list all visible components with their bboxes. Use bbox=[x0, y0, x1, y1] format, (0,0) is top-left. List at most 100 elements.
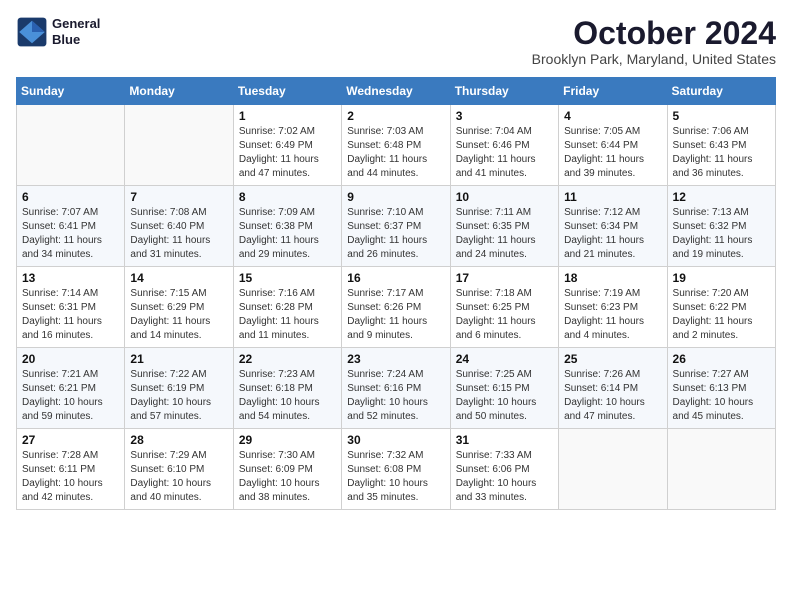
day-detail: Sunrise: 7:25 AM Sunset: 6:15 PM Dayligh… bbox=[456, 368, 553, 424]
day-number: 18 bbox=[564, 271, 661, 285]
day-detail: Sunrise: 7:17 AM Sunset: 6:26 PM Dayligh… bbox=[347, 287, 444, 343]
day-number: 17 bbox=[456, 271, 553, 285]
day-detail: Sunrise: 7:21 AM Sunset: 6:21 PM Dayligh… bbox=[22, 368, 119, 424]
day-number: 27 bbox=[22, 433, 119, 447]
calendar-week-row: 13 Sunrise: 7:14 AM Sunset: 6:31 PM Dayli… bbox=[17, 267, 776, 348]
weekday-header: Thursday bbox=[450, 78, 558, 105]
day-number: 24 bbox=[456, 352, 553, 366]
calendar-cell: 14 Sunrise: 7:15 AM Sunset: 6:29 PM Dayli… bbox=[125, 267, 233, 348]
weekday-header: Monday bbox=[125, 78, 233, 105]
day-detail: Sunrise: 7:23 AM Sunset: 6:18 PM Dayligh… bbox=[239, 368, 336, 424]
day-detail: Sunrise: 7:06 AM Sunset: 6:43 PM Dayligh… bbox=[673, 125, 770, 181]
calendar-cell: 15Sunrise: 7:16 AM Sunset: 6:28 PM Dayli… bbox=[233, 267, 341, 348]
calendar-cell: 25 Sunrise: 7:26 AM Sunset: 6:14 PM Dayli… bbox=[559, 348, 667, 429]
day-number: 6 bbox=[22, 190, 119, 204]
logo: General Blue bbox=[16, 16, 100, 48]
day-detail: Sunrise: 7:19 AM Sunset: 6:23 PM Dayligh… bbox=[564, 287, 661, 343]
day-number: 25 bbox=[564, 352, 661, 366]
calendar-cell: 12Sunrise: 7:13 AM Sunset: 6:32 PM Dayli… bbox=[667, 186, 775, 267]
day-detail: Sunrise: 7:09 AM Sunset: 6:38 PM Dayligh… bbox=[239, 206, 336, 262]
calendar-cell: 13 Sunrise: 7:14 AM Sunset: 6:31 PM Dayli… bbox=[17, 267, 125, 348]
day-number: 22 bbox=[239, 352, 336, 366]
weekday-header: Friday bbox=[559, 78, 667, 105]
calendar-cell: 3 Sunrise: 7:04 AM Sunset: 6:46 PM Daylig… bbox=[450, 105, 558, 186]
day-number: 16 bbox=[347, 271, 444, 285]
day-detail: Sunrise: 7:04 AM Sunset: 6:46 PM Dayligh… bbox=[456, 125, 553, 181]
day-number: 8 bbox=[239, 190, 336, 204]
day-detail: Sunrise: 7:16 AM Sunset: 6:28 PM Dayligh… bbox=[239, 287, 336, 343]
calendar-cell: 9 Sunrise: 7:10 AM Sunset: 6:37 PM Daylig… bbox=[342, 186, 450, 267]
day-detail: Sunrise: 7:30 AM Sunset: 6:09 PM Dayligh… bbox=[239, 449, 336, 505]
day-detail: Sunrise: 7:26 AM Sunset: 6:14 PM Dayligh… bbox=[564, 368, 661, 424]
day-number: 13 bbox=[22, 271, 119, 285]
day-detail: Sunrise: 7:29 AM Sunset: 6:10 PM Dayligh… bbox=[130, 449, 227, 505]
day-number: 5 bbox=[673, 109, 770, 123]
title-block: October 2024 Brooklyn Park, Maryland, Un… bbox=[532, 16, 776, 67]
logo-line2: Blue bbox=[52, 32, 100, 48]
day-detail: Sunrise: 7:14 AM Sunset: 6:31 PM Dayligh… bbox=[22, 287, 119, 343]
day-number: 1 bbox=[239, 109, 336, 123]
calendar-cell: 30 Sunrise: 7:32 AM Sunset: 6:08 PM Dayli… bbox=[342, 429, 450, 510]
calendar-cell: 20 Sunrise: 7:21 AM Sunset: 6:21 PM Dayli… bbox=[17, 348, 125, 429]
calendar-cell: 28 Sunrise: 7:29 AM Sunset: 6:10 PM Dayli… bbox=[125, 429, 233, 510]
day-number: 14 bbox=[130, 271, 227, 285]
page-header: General Blue October 2024 Brooklyn Park,… bbox=[16, 16, 776, 67]
day-number: 11 bbox=[564, 190, 661, 204]
calendar-cell: 27 Sunrise: 7:28 AM Sunset: 6:11 PM Dayli… bbox=[17, 429, 125, 510]
day-number: 12 bbox=[673, 190, 770, 204]
day-detail: Sunrise: 7:02 AM Sunset: 6:49 PM Dayligh… bbox=[239, 125, 336, 181]
day-detail: Sunrise: 7:24 AM Sunset: 6:16 PM Dayligh… bbox=[347, 368, 444, 424]
calendar-cell bbox=[559, 429, 667, 510]
calendar-cell: 24 Sunrise: 7:25 AM Sunset: 6:15 PM Dayli… bbox=[450, 348, 558, 429]
calendar-cell: 2Sunrise: 7:03 AM Sunset: 6:48 PM Daylig… bbox=[342, 105, 450, 186]
day-detail: Sunrise: 7:12 AM Sunset: 6:34 PM Dayligh… bbox=[564, 206, 661, 262]
calendar-table: SundayMondayTuesdayWednesdayThursdayFrid… bbox=[16, 77, 776, 510]
calendar-cell bbox=[125, 105, 233, 186]
day-detail: Sunrise: 7:07 AM Sunset: 6:41 PM Dayligh… bbox=[22, 206, 119, 262]
day-detail: Sunrise: 7:03 AM Sunset: 6:48 PM Dayligh… bbox=[347, 125, 444, 181]
day-number: 20 bbox=[22, 352, 119, 366]
calendar-cell: 21Sunrise: 7:22 AM Sunset: 6:19 PM Dayli… bbox=[125, 348, 233, 429]
calendar-cell: 22 Sunrise: 7:23 AM Sunset: 6:18 PM Dayli… bbox=[233, 348, 341, 429]
day-detail: Sunrise: 7:10 AM Sunset: 6:37 PM Dayligh… bbox=[347, 206, 444, 262]
calendar-cell: 6 Sunrise: 7:07 AM Sunset: 6:41 PM Daylig… bbox=[17, 186, 125, 267]
calendar-cell: 19 Sunrise: 7:20 AM Sunset: 6:22 PM Dayli… bbox=[667, 267, 775, 348]
calendar-week-row: 20 Sunrise: 7:21 AM Sunset: 6:21 PM Dayli… bbox=[17, 348, 776, 429]
day-detail: Sunrise: 7:28 AM Sunset: 6:11 PM Dayligh… bbox=[22, 449, 119, 505]
day-number: 29 bbox=[239, 433, 336, 447]
day-detail: Sunrise: 7:20 AM Sunset: 6:22 PM Dayligh… bbox=[673, 287, 770, 343]
day-number: 28 bbox=[130, 433, 227, 447]
day-number: 23 bbox=[347, 352, 444, 366]
day-detail: Sunrise: 7:18 AM Sunset: 6:25 PM Dayligh… bbox=[456, 287, 553, 343]
day-number: 10 bbox=[456, 190, 553, 204]
calendar-cell: 23 Sunrise: 7:24 AM Sunset: 6:16 PM Dayli… bbox=[342, 348, 450, 429]
day-detail: Sunrise: 7:33 AM Sunset: 6:06 PM Dayligh… bbox=[456, 449, 553, 505]
day-number: 30 bbox=[347, 433, 444, 447]
day-detail: Sunrise: 7:32 AM Sunset: 6:08 PM Dayligh… bbox=[347, 449, 444, 505]
day-number: 3 bbox=[456, 109, 553, 123]
calendar-cell bbox=[17, 105, 125, 186]
calendar-cell: 10 Sunrise: 7:11 AM Sunset: 6:35 PM Dayli… bbox=[450, 186, 558, 267]
day-number: 31 bbox=[456, 433, 553, 447]
calendar-cell: 18 Sunrise: 7:19 AM Sunset: 6:23 PM Dayli… bbox=[559, 267, 667, 348]
calendar-week-row: 27 Sunrise: 7:28 AM Sunset: 6:11 PM Dayli… bbox=[17, 429, 776, 510]
calendar-cell: 8 Sunrise: 7:09 AM Sunset: 6:38 PM Daylig… bbox=[233, 186, 341, 267]
calendar-cell: 7Sunrise: 7:08 AM Sunset: 6:40 PM Daylig… bbox=[125, 186, 233, 267]
calendar-cell bbox=[667, 429, 775, 510]
calendar-cell: 16 Sunrise: 7:17 AM Sunset: 6:26 PM Dayli… bbox=[342, 267, 450, 348]
calendar-cell: 4Sunrise: 7:05 AM Sunset: 6:44 PM Daylig… bbox=[559, 105, 667, 186]
day-number: 19 bbox=[673, 271, 770, 285]
logo-icon bbox=[16, 16, 48, 48]
day-number: 9 bbox=[347, 190, 444, 204]
day-detail: Sunrise: 7:27 AM Sunset: 6:13 PM Dayligh… bbox=[673, 368, 770, 424]
weekday-row: SundayMondayTuesdayWednesdayThursdayFrid… bbox=[17, 78, 776, 105]
calendar-cell: 29 Sunrise: 7:30 AM Sunset: 6:09 PM Dayli… bbox=[233, 429, 341, 510]
weekday-header: Tuesday bbox=[233, 78, 341, 105]
day-number: 26 bbox=[673, 352, 770, 366]
calendar-cell: 11 Sunrise: 7:12 AM Sunset: 6:34 PM Dayli… bbox=[559, 186, 667, 267]
day-detail: Sunrise: 7:11 AM Sunset: 6:35 PM Dayligh… bbox=[456, 206, 553, 262]
calendar-cell: 31 Sunrise: 7:33 AM Sunset: 6:06 PM Dayli… bbox=[450, 429, 558, 510]
day-detail: Sunrise: 7:15 AM Sunset: 6:29 PM Dayligh… bbox=[130, 287, 227, 343]
calendar-week-row: 6 Sunrise: 7:07 AM Sunset: 6:41 PM Daylig… bbox=[17, 186, 776, 267]
day-number: 4 bbox=[564, 109, 661, 123]
